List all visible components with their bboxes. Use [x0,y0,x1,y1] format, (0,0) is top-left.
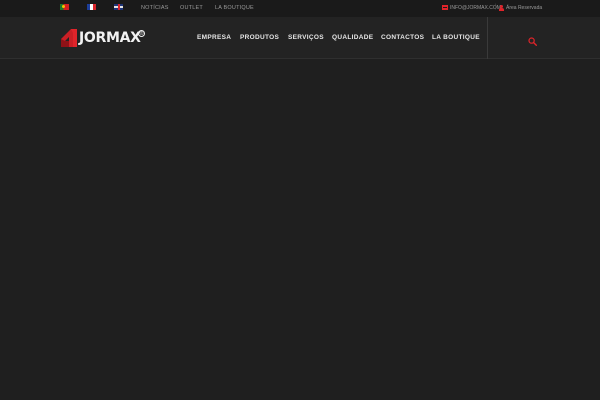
user-icon [499,5,504,11]
nav-contactos[interactable]: CONTACTOS [381,34,424,41]
top-link-la-boutique[interactable]: LA BOUTIQUE [215,5,254,11]
nav-servicos[interactable]: SERVIÇOS [288,34,324,41]
uk-flag-icon[interactable] [114,4,123,10]
reserved-area-link[interactable]: Área Reservada [506,5,542,11]
portugal-flag-icon[interactable] [60,4,69,10]
main-header: JORMAX ® EMPRESA PRODUTOS SERVIÇOS QUALI… [0,17,600,59]
main-content [0,60,600,400]
top-bar: NOTÍCIAS OUTLET LA BOUTIQUE INFO@JORMAX.… [0,0,600,17]
nav-empresa[interactable]: EMPRESA [197,34,231,41]
logo-mark-icon [61,29,77,47]
nav-produtos[interactable]: PRODUTOS [240,34,279,41]
header-divider [487,17,488,59]
contact-email-link[interactable]: INFO@JORMAX.COM [450,5,501,11]
nav-la-boutique[interactable]: LA BOUTIQUE [432,34,480,41]
top-bar-separator: | [495,4,497,10]
top-link-outlet[interactable]: OUTLET [180,5,203,11]
logo-text: JORMAX [79,30,141,46]
search-icon[interactable] [528,33,538,47]
registered-mark: ® [138,30,145,37]
top-link-noticias[interactable]: NOTÍCIAS [141,5,169,11]
nav-qualidade[interactable]: QUALIDADE [332,34,373,41]
jormax-logo[interactable]: JORMAX ® [59,27,149,49]
envelope-icon [442,5,448,10]
france-flag-icon[interactable] [87,4,96,10]
